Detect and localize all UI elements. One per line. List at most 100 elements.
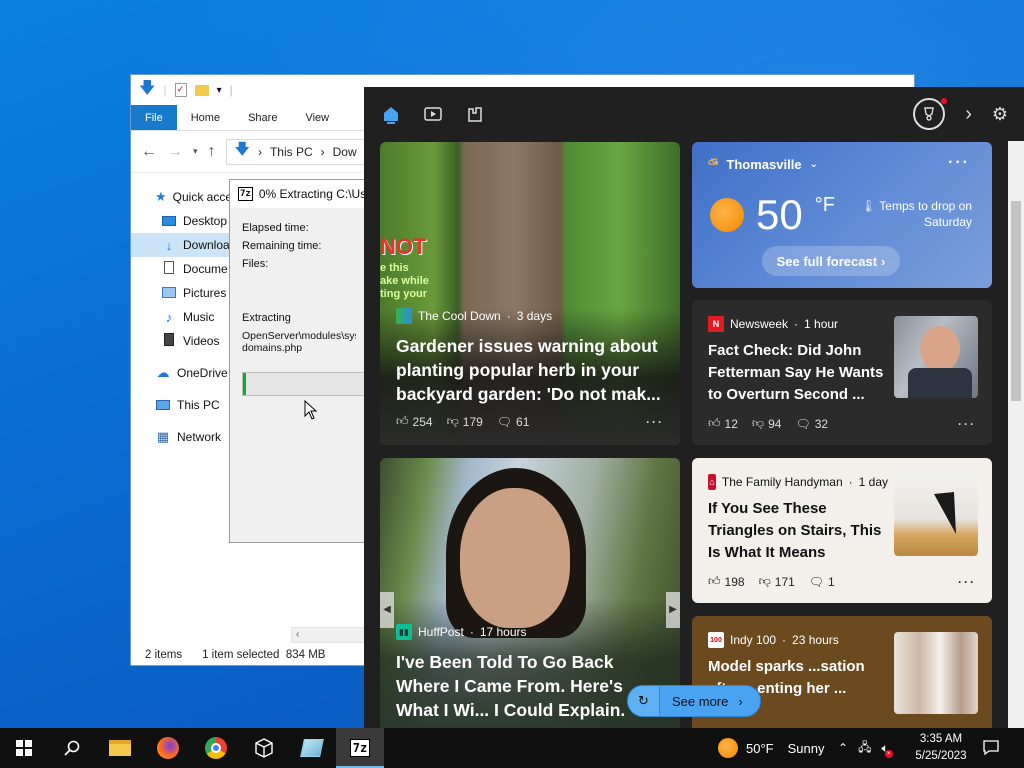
7zip-taskbar-button[interactable]: 7z: [336, 728, 384, 768]
start-button[interactable]: [0, 728, 48, 768]
dislike-button[interactable]: 👎︎ 94: [752, 416, 782, 431]
nav-documents[interactable]: Docume: [131, 257, 231, 281]
card-headline[interactable]: Gardener issues warning about planting p…: [396, 334, 664, 406]
more-options-icon[interactable]: ···: [958, 417, 976, 431]
comments-button[interactable]: 🗨︎ 1: [809, 575, 835, 589]
download-arrow-icon[interactable]: 🡇: [139, 77, 155, 104]
see-more-button[interactable]: ↻ See more ›: [627, 685, 761, 717]
scrollbar-thumb[interactable]: [1011, 201, 1021, 401]
chevron-right-icon[interactable]: ›: [965, 103, 972, 126]
chrome-taskbar-button[interactable]: [192, 728, 240, 768]
up-icon[interactable]: ↑: [208, 143, 216, 161]
card-source: 100 Indy 100 · 23 hours: [708, 632, 888, 648]
comments-button[interactable]: 🗨︎ 61: [497, 415, 530, 429]
news-card-family-handyman[interactable]: ⌂ The Family Handyman · 1 day If You See T…: [692, 458, 992, 603]
breadcrumb-downloads[interactable]: Dow: [333, 145, 357, 159]
news-card-newsweek[interactable]: N Newsweek · 1 hour Fact Check: Did John F…: [692, 300, 992, 445]
carousel-next-icon[interactable]: ▶: [666, 592, 680, 628]
system-tray: ⌃ 🖧︎ 🔈︎ ×: [838, 728, 893, 768]
dislike-button[interactable]: 👎︎ 179: [447, 414, 483, 429]
horizontal-scrollbar[interactable]: ‹: [291, 627, 371, 643]
recent-locations-icon[interactable]: ▾: [193, 146, 198, 157]
news-card-gardener[interactable]: NOT e this ake while ting your The Cool …: [380, 142, 680, 445]
stairs-thumbnail-image: [894, 474, 978, 556]
see-full-forecast-button[interactable]: See full forecast ›: [762, 246, 900, 276]
more-options-icon[interactable]: ···: [646, 415, 664, 429]
weather-location[interactable]: ⛅︎ Thomasville ⌄: [708, 156, 818, 172]
dialog-title-bar[interactable]: 7z 0% Extracting C:\Us: [230, 180, 368, 208]
status-item-count: 2 items: [145, 649, 183, 661]
file-explorer-taskbar-button[interactable]: [96, 728, 144, 768]
tab-view[interactable]: View: [291, 105, 343, 130]
download-icon: ↓: [165, 237, 173, 253]
card-headline[interactable]: Fact Check: Did John Fetterman Say He Wa…: [708, 340, 888, 406]
nav-onedrive[interactable]: ☁ OneDrive: [131, 361, 231, 385]
tab-share[interactable]: Share: [234, 105, 291, 130]
back-icon[interactable]: ←: [141, 143, 157, 161]
nav-this-pc[interactable]: This PC: [131, 393, 231, 417]
thumbs-down-icon: 👎︎: [758, 574, 771, 588]
nav-desktop[interactable]: Desktop: [131, 209, 231, 233]
card-headline[interactable]: I've Been Told To Go Back Where I Came F…: [396, 650, 664, 722]
notifications-icon[interactable]: [982, 738, 1000, 761]
mouse-cursor-icon: [304, 400, 318, 420]
carousel-prev-icon[interactable]: ◀: [380, 592, 394, 628]
properties-icon[interactable]: ✓: [174, 83, 187, 97]
tab-file[interactable]: File: [131, 105, 177, 130]
thumbs-down-icon: 👎︎: [751, 416, 765, 430]
clock[interactable]: 3:35 AM 5/25/2023: [913, 731, 969, 765]
taskbar-weather[interactable]: 50°F Sunny: [718, 728, 824, 768]
like-button[interactable]: 👍︎ 198: [708, 574, 745, 589]
refresh-icon[interactable]: ↻: [628, 686, 660, 716]
card-engagement: 👍︎ 198 👎︎ 171 🗨︎ 1 ···: [708, 574, 976, 589]
comments-button[interactable]: 🗨︎ 32: [795, 417, 828, 431]
3d-viewer-taskbar-button[interactable]: [240, 728, 288, 768]
card-source: ⌂ The Family Handyman · 1 day: [708, 474, 888, 490]
thumbs-down-icon: 👎︎: [446, 414, 459, 428]
navigation-pane: ★ Quick acce Desktop ↓ Downloa Docume Pi…: [131, 185, 232, 449]
like-button[interactable]: 👍︎ 12: [708, 416, 738, 431]
chrome-icon: [205, 737, 227, 759]
games-tab-icon[interactable]: [464, 103, 486, 125]
nav-pictures[interactable]: Pictures: [131, 281, 231, 305]
clock-date: 5/25/2023: [915, 750, 967, 762]
customize-toolbar-icon[interactable]: ▾: [217, 85, 222, 96]
like-button[interactable]: 👍︎ 254: [396, 414, 433, 429]
family-handyman-logo-icon: ⌂: [708, 474, 716, 490]
widgets-scrollbar[interactable]: [1008, 141, 1024, 728]
nav-quick-access[interactable]: ★ Quick acce: [131, 185, 232, 209]
address-bar[interactable]: 🡇 › This PC › Dow: [225, 138, 366, 165]
rewards-icon[interactable]: [913, 98, 948, 130]
document-icon: [161, 261, 177, 277]
breadcrumb-this-pc[interactable]: This PC: [270, 145, 313, 159]
elapsed-time-label: Elapsed time:: [242, 222, 309, 234]
app-taskbar-button[interactable]: [288, 728, 336, 768]
more-options-icon[interactable]: ···: [958, 575, 976, 589]
nav-videos[interactable]: Videos: [131, 329, 231, 353]
windows-logo-icon: [16, 740, 32, 756]
dislike-button[interactable]: 👎︎ 171: [759, 574, 795, 589]
card-headline[interactable]: If You See These Triangles on Stairs, Th…: [708, 498, 888, 564]
widgets-panel: › ⚙ NOT e this ake while ting your The C…: [364, 87, 1024, 728]
card-source: N Newsweek · 1 hour: [708, 316, 888, 332]
nav-music[interactable]: ♪ Music: [131, 305, 231, 329]
video-tab-icon[interactable]: [422, 103, 444, 125]
network-icon[interactable]: 🖧︎: [858, 738, 871, 759]
home-tab-icon[interactable]: [380, 103, 402, 125]
image-overlay-subtext: e this ake while ting your: [380, 262, 429, 300]
new-folder-icon[interactable]: [194, 84, 209, 96]
forward-icon[interactable]: →: [167, 143, 183, 161]
nav-downloads[interactable]: ↓ Downloa: [131, 233, 231, 257]
volume-muted-icon[interactable]: 🔈︎ ×: [881, 741, 893, 758]
thumbs-up-icon: 👍︎: [708, 416, 721, 430]
nav-network[interactable]: ▦ Network: [131, 425, 231, 449]
tab-home[interactable]: Home: [177, 105, 234, 130]
firefox-taskbar-button[interactable]: [144, 728, 192, 768]
weather-more-icon[interactable]: ···: [948, 154, 970, 172]
card-source: ▮▮ HuffPost · 17 hours: [396, 624, 664, 640]
search-button[interactable]: [48, 728, 96, 768]
show-hidden-icons-icon[interactable]: ⌃: [838, 741, 848, 755]
weather-alert[interactable]: 🌡︎ Temps to drop on Saturday: [844, 198, 972, 230]
settings-gear-icon[interactable]: ⚙: [992, 104, 1008, 125]
weather-card[interactable]: ⛅︎ Thomasville ⌄ ··· 50 °F 🌡︎ Temps to d…: [692, 142, 992, 288]
